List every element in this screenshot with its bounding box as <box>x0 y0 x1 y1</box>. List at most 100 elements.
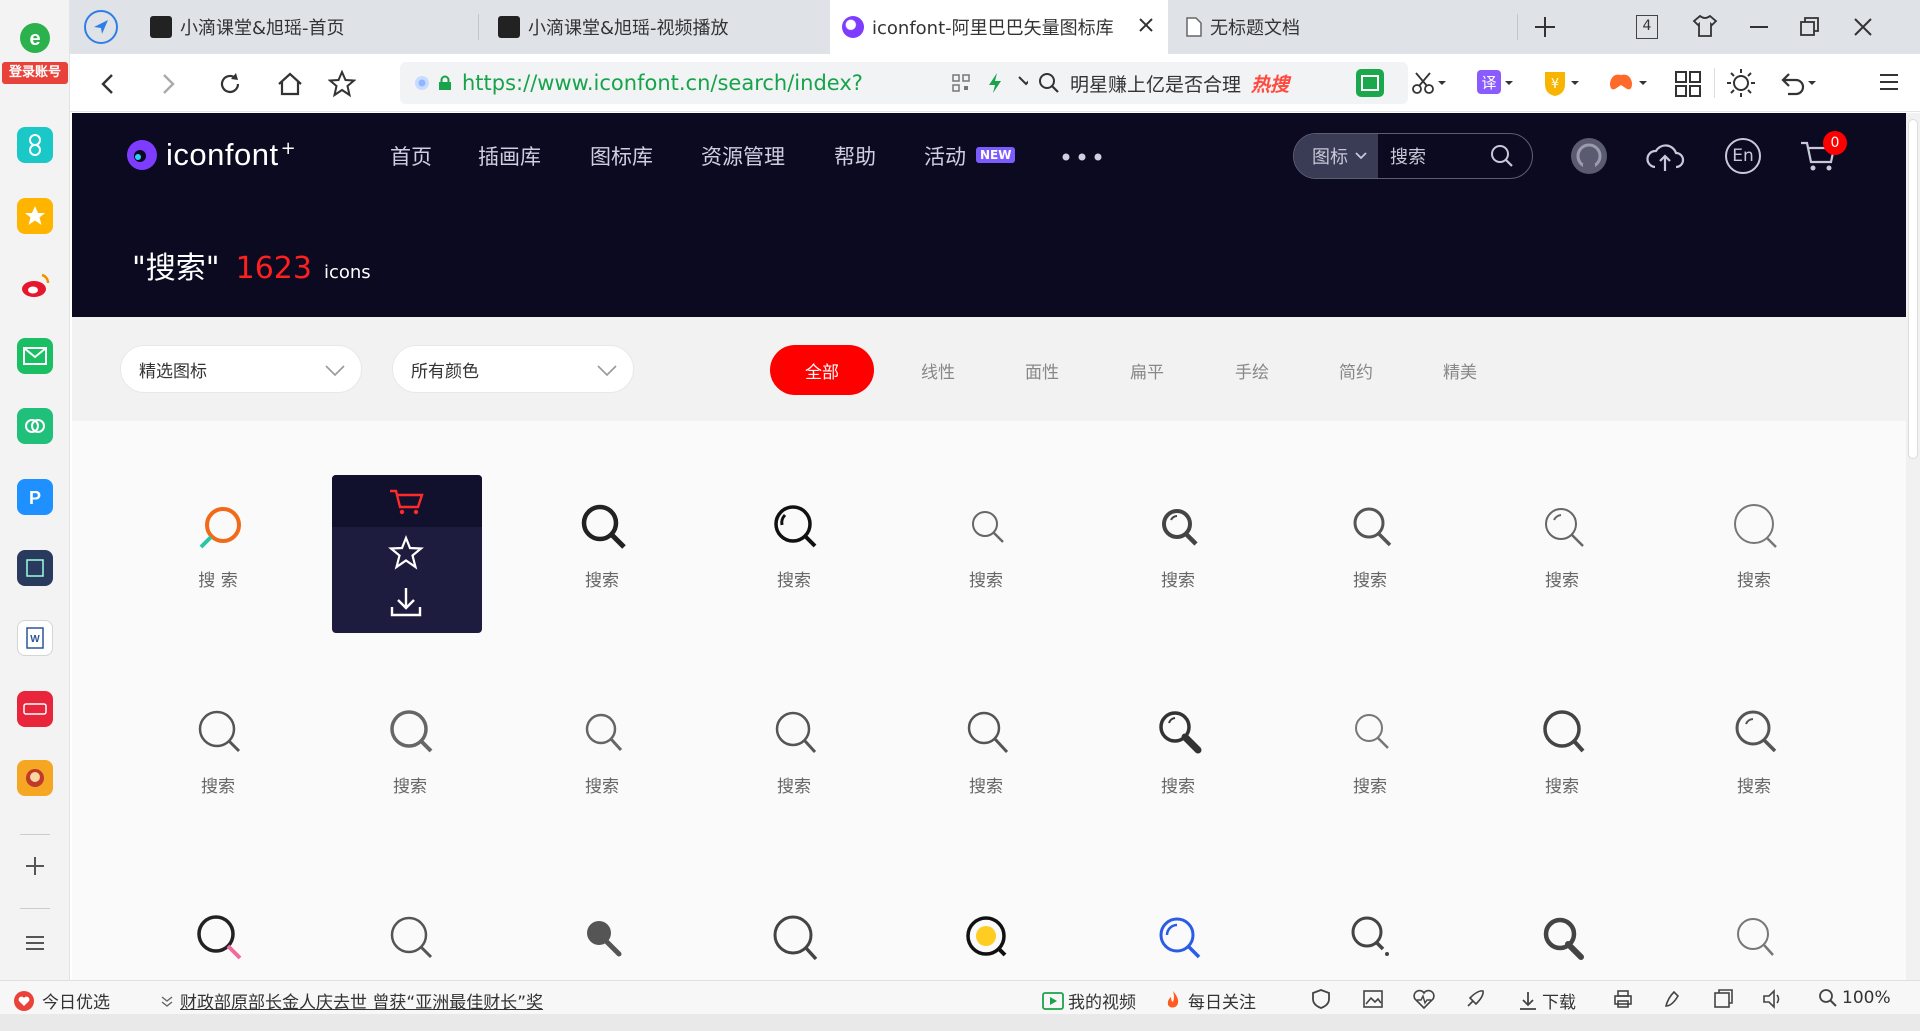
icon-card[interactable]: 搜索 <box>1679 681 1829 841</box>
qr-code-icon[interactable] <box>952 74 970 92</box>
icon-card[interactable] <box>1295 887 1445 980</box>
icon-card[interactable] <box>335 887 485 980</box>
icon-card[interactable] <box>1103 887 1253 980</box>
close-window-icon[interactable] <box>1850 14 1876 40</box>
my-video[interactable]: 我的视频 <box>1042 988 1136 1013</box>
shield-icon[interactable] <box>1310 988 1332 1010</box>
minimize-icon[interactable] <box>1746 14 1772 40</box>
icon-card[interactable] <box>1679 887 1829 980</box>
restore-icon[interactable] <box>1796 14 1822 40</box>
school-app-icon[interactable] <box>17 550 53 586</box>
language-toggle[interactable]: En <box>1722 135 1764 177</box>
user-avatar-icon[interactable] <box>1568 135 1610 177</box>
search-suggestion-box[interactable]: 明星赚上亿是否合理 热搜 <box>1028 62 1408 104</box>
lightning-icon[interactable] <box>986 72 1004 94</box>
tab-xiaodi-home[interactable]: 小滴课堂&旭瑶-首页 <box>138 0 476 54</box>
search-type-select[interactable]: 图标 <box>1294 134 1378 178</box>
apps-grid-icon[interactable] <box>1674 70 1702 98</box>
nav-resource-management[interactable]: 资源管理 <box>701 141 785 171</box>
icon-card[interactable]: 搜索 <box>911 475 1061 635</box>
icon-card[interactable] <box>143 887 293 980</box>
game-app-icon[interactable] <box>17 760 53 796</box>
icon-card[interactable]: 搜索 <box>527 475 677 635</box>
translate-icon[interactable]: 译 <box>1476 69 1514 97</box>
browser-menu-icon[interactable] <box>1878 72 1900 92</box>
bookmark-star-icon[interactable] <box>322 64 362 104</box>
news-ticker[interactable]: 财政部原部长金人庆去世 曾获“亚洲最佳财长”奖 <box>160 988 543 1013</box>
weibo-icon[interactable] <box>17 268 53 304</box>
icon-card[interactable]: 搜索 <box>1679 475 1829 635</box>
nav-illustrations[interactable]: 插画库 <box>478 141 541 171</box>
back-icon[interactable] <box>88 64 128 104</box>
home-icon[interactable] <box>270 64 310 104</box>
mini-program-icon[interactable] <box>17 691 53 727</box>
color-dropdown[interactable]: 所有颜色 <box>392 345 634 393</box>
icon-card-hovered[interactable] <box>332 475 482 633</box>
icon-card[interactable]: 搜索 <box>527 681 677 841</box>
news-headline[interactable]: 财政部原部长金人庆去世 曾获“亚洲最佳财长”奖 <box>180 988 543 1013</box>
icon-card[interactable]: 搜索 <box>1487 681 1637 841</box>
print-icon[interactable] <box>1612 988 1634 1010</box>
collect-star-icon[interactable] <box>388 535 424 571</box>
new-tab-icon[interactable] <box>1532 14 1558 40</box>
style-tab-fill[interactable]: 面性 <box>1012 345 1072 395</box>
icon-card[interactable]: 搜索 <box>719 475 869 635</box>
icon-card[interactable]: 搜索 <box>1103 681 1253 841</box>
nav-home[interactable]: 首页 <box>390 141 432 171</box>
add-app-icon[interactable] <box>17 848 53 884</box>
style-tab-all[interactable]: 全部 <box>770 345 874 395</box>
download-manager[interactable]: 下载 <box>1518 988 1576 1013</box>
browser-logo-icon[interactable]: e <box>17 20 53 56</box>
site-search-icon[interactable] <box>1490 144 1514 168</box>
window-mode-icon[interactable] <box>1712 988 1734 1010</box>
tab-iconfont[interactable]: iconfont-阿里巴巴矢量图标库 <box>830 0 1168 54</box>
today-picks[interactable]: 今日优选 <box>14 988 110 1013</box>
navigation-arrow-icon[interactable] <box>84 10 118 44</box>
nav-activity[interactable]: 活动 <box>924 141 966 171</box>
icon-card[interactable]: 搜索 <box>1295 681 1445 841</box>
forward-icon[interactable] <box>148 64 188 104</box>
mail-icon[interactable] <box>17 338 53 374</box>
shopping-coin-icon[interactable]: ¥ <box>1542 69 1580 97</box>
health-heart-icon[interactable] <box>1412 988 1436 1010</box>
login-account-button[interactable]: 登录账号 <box>2 62 68 84</box>
rocket-icon[interactable] <box>1464 988 1486 1010</box>
cloud-app-icon[interactable] <box>17 408 53 444</box>
p-app-icon[interactable]: P <box>17 479 53 515</box>
close-tab-icon[interactable] <box>1138 17 1154 33</box>
daily-focus[interactable]: 每日关注 <box>1162 988 1256 1013</box>
add-to-cart-icon[interactable] <box>388 487 426 517</box>
more-dots-icon[interactable] <box>1062 153 1104 161</box>
icon-card[interactable]: 搜索 <box>911 681 1061 841</box>
clover-app-icon[interactable] <box>17 127 53 163</box>
reload-icon[interactable] <box>210 64 250 104</box>
icon-card[interactable] <box>527 887 677 980</box>
style-tab-simple[interactable]: 简约 <box>1326 345 1386 395</box>
download-icon[interactable] <box>388 585 424 619</box>
volume-icon[interactable] <box>1762 988 1786 1010</box>
tab-xiaodi-video[interactable]: 小滴课堂&旭瑶-视频播放 <box>486 0 824 54</box>
icon-card[interactable] <box>911 887 1061 980</box>
featured-icons-dropdown[interactable]: 精选图标 <box>120 345 362 393</box>
zoom-control[interactable]: 100% <box>1818 988 1891 1008</box>
icon-card[interactable]: 搜索 <box>335 681 485 841</box>
site-search[interactable]: 图标 搜索 <box>1293 133 1533 179</box>
favorites-star-icon[interactable] <box>17 198 53 234</box>
nav-help[interactable]: 帮助 <box>834 141 876 171</box>
style-tab-flat[interactable]: 扁平 <box>1117 345 1177 395</box>
game-controller-icon[interactable] <box>1608 69 1648 97</box>
icon-card[interactable]: 搜 索 <box>143 475 293 635</box>
icon-card[interactable]: 搜索 <box>1487 475 1637 635</box>
style-tab-line[interactable]: 线性 <box>908 345 968 395</box>
upload-cloud-icon[interactable] <box>1644 135 1686 177</box>
style-tab-exquisite[interactable]: 精美 <box>1430 345 1490 395</box>
word-doc-icon[interactable]: W <box>17 620 53 656</box>
icon-card[interactable]: 搜索 <box>143 681 293 841</box>
icon-card[interactable] <box>719 887 869 980</box>
menu-list-icon[interactable] <box>17 925 53 961</box>
undo-icon[interactable] <box>1778 69 1818 97</box>
brightness-icon[interactable] <box>1726 68 1756 98</box>
screenshot-scissors-icon[interactable] <box>1410 70 1448 96</box>
nav-icon-library[interactable]: 图标库 <box>590 141 653 171</box>
icon-card[interactable]: 搜索 <box>1103 475 1253 635</box>
